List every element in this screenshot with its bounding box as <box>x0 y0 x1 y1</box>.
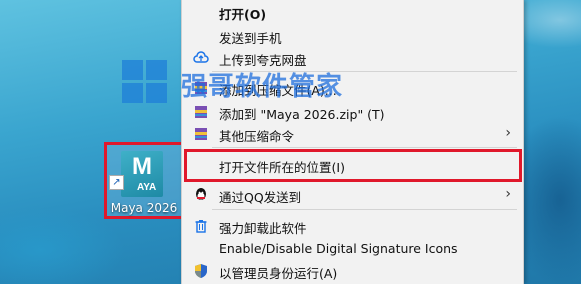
chevron-right-icon: › <box>505 125 511 141</box>
menu-item-other-compress[interactable]: 其他压缩命令 › <box>182 122 523 146</box>
uac-shield-icon <box>193 263 209 279</box>
menu-item-send-to-phone[interactable]: 发送到手机 <box>182 24 523 48</box>
menu-separator <box>212 209 517 210</box>
desktop-file-maya[interactable]: M AYA ↗ Maya 2026 <box>104 142 184 219</box>
menu-item-send-qq[interactable]: 通过QQ发送到 › <box>182 183 523 207</box>
winrar-icon <box>193 104 209 120</box>
desktop-file-label: Maya 2026 <box>110 201 178 215</box>
shortcut-arrow-icon: ↗ <box>109 175 124 190</box>
menu-item-open[interactable]: 打开(O) <box>182 0 523 24</box>
context-menu: 打开(O) 发送到手机 上传到夸克网盘 添加到压缩文件(A)... 添加到 "M… <box>181 0 524 284</box>
menu-item-run-admin[interactable]: 以管理员身份运行(A) <box>182 259 523 283</box>
winrar-icon <box>193 126 209 142</box>
menu-separator <box>212 147 517 148</box>
windows-logo-icon <box>122 60 168 104</box>
maya-app-icon: M AYA <box>121 151 163 197</box>
menu-item-add-zip[interactable]: 添加到 "Maya 2026.zip" (T) <box>182 100 523 124</box>
highlight-box <box>184 149 522 182</box>
watermark-text: 强哥软件管家 <box>181 72 344 102</box>
menu-item-force-uninstall[interactable]: 强力卸载此软件 <box>182 214 523 238</box>
cloud-upload-icon <box>193 50 209 66</box>
trash-icon <box>193 218 209 234</box>
menu-item-digital-signature[interactable]: Enable/Disable Digital Signature Icons <box>182 237 523 261</box>
chevron-right-icon: › <box>505 186 511 202</box>
qq-icon <box>193 187 209 203</box>
